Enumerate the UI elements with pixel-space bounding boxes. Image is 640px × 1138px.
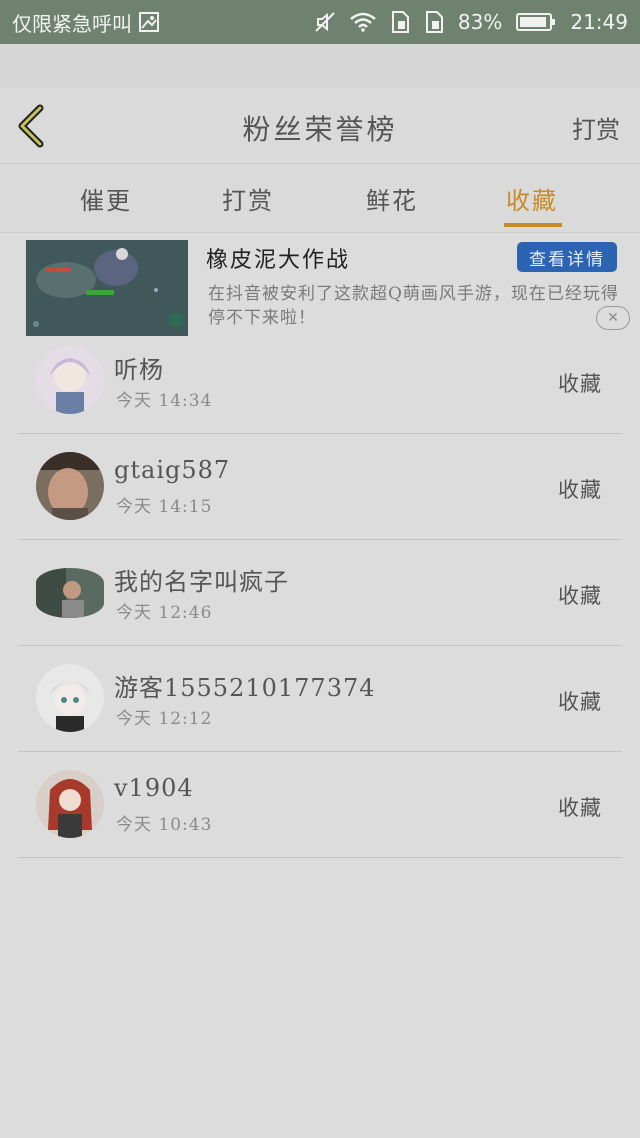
list-item[interactable]: 我的名字叫疯子 今天 12:46 收藏 [0,540,640,646]
fan-list: 听杨 今天 14:34 收藏 gtaig587 今天 14:15 收藏 我的名字… [0,328,640,858]
fan-action: 收藏 [558,584,602,608]
fan-time: 今天 14:34 [116,391,213,411]
avatar [36,452,104,520]
fan-action: 收藏 [558,478,602,502]
ad-thumbnail[interactable] [26,240,188,336]
list-item[interactable]: 听杨 今天 14:34 收藏 [0,328,640,434]
tab-tip[interactable]: 打赏 [222,181,274,216]
fan-name: 我的名字叫疯子 [114,568,289,596]
sim-card-icon [390,11,410,33]
carrier-text: 仅限紧急呼叫 [12,11,132,36]
divider [18,857,622,858]
fan-action: 收藏 [558,372,602,396]
fan-time: 今天 14:15 [116,497,213,517]
image-notification-icon [138,11,160,33]
status-time: 21:49 [570,10,628,34]
fan-action: 收藏 [558,796,602,820]
fan-name: 游客1555210177374 [114,674,376,702]
fan-time: 今天 12:46 [116,603,213,623]
ad-description: 在抖音被安利了这款超Q萌画风手游，现在已经玩得停不下来啦！ [208,284,619,328]
tip-button[interactable]: 打赏 [572,110,620,145]
avatar [36,664,104,732]
fan-name: v1904 [114,774,194,802]
title-bar: 粉丝荣誉榜 打赏 [0,88,640,164]
ad-title[interactable]: 橡皮泥大作战 [206,242,350,274]
fan-name: 听杨 [114,356,164,384]
avatar [36,346,104,414]
page-title: 粉丝荣誉榜 [242,113,398,146]
list-item[interactable]: gtaig587 今天 14:15 收藏 [0,434,640,540]
wifi-icon [350,12,376,32]
fan-time: 今天 10:43 [116,815,213,835]
status-bar-right: 83% 21:49 [314,10,628,34]
tab-urge[interactable]: 催更 [80,181,132,216]
active-tab-indicator [504,223,562,227]
fan-name: gtaig587 [114,456,231,484]
ad-close-button[interactable]: ✕ [596,306,630,330]
avatar [36,568,104,618]
close-icon: ✕ [607,310,619,326]
battery-icon [516,12,556,32]
ad-banner[interactable]: 橡皮泥大作战 查看详情 在抖音被安利了这款超Q萌画风手游，现在已经玩得停不下来啦… [0,234,640,340]
fan-time: 今天 12:12 [116,709,213,729]
list-item[interactable]: v1904 今天 10:43 收藏 [0,752,640,858]
view-details-button[interactable]: 查看详情 [517,242,617,272]
tab-flowers[interactable]: 鲜花 [366,181,418,216]
status-bar: 仅限紧急呼叫 83% 21:49 [0,0,640,44]
list-item[interactable]: 游客1555210177374 今天 12:12 收藏 [0,646,640,752]
battery-percent: 83% [457,10,503,34]
status-bar-left: 仅限紧急呼叫 [12,8,160,37]
avatar [36,770,104,838]
sim-card-2-icon [424,11,444,33]
header-spacer [0,44,640,88]
tab-favorites[interactable]: 收藏 [506,181,558,216]
fan-action: 收藏 [558,690,602,714]
mute-icon [314,11,336,33]
tab-bar: 催更 打赏 鲜花 收藏 [0,165,640,233]
